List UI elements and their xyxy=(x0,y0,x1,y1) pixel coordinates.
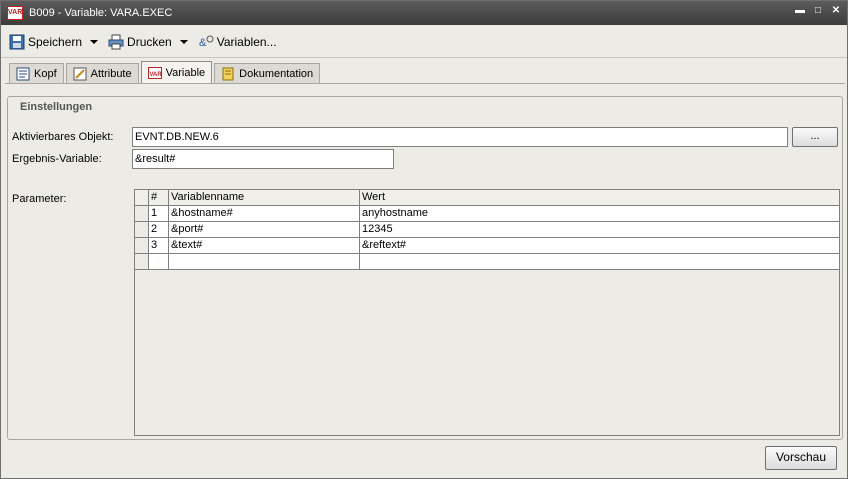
table-cell: 1 xyxy=(149,206,169,221)
tab-variable[interactable]: VAR Variable xyxy=(140,61,213,84)
column-header: Variablenname xyxy=(169,190,360,205)
tab-content-panel: Einstellungen Aktivierbares Objekt: EVNT… xyxy=(5,83,845,477)
save-button[interactable]: Speichern xyxy=(9,31,99,53)
table-cell[interactable]: &reftext# xyxy=(360,238,839,253)
row-selector[interactable] xyxy=(135,254,149,269)
printer-icon xyxy=(108,34,124,50)
column-header: Wert xyxy=(360,190,839,205)
params-label: Parameter: xyxy=(12,193,67,205)
browse-button[interactable]: ... xyxy=(792,127,838,147)
chevron-down-icon[interactable] xyxy=(90,40,99,44)
doc-icon xyxy=(222,67,234,81)
table-cell[interactable] xyxy=(360,254,839,269)
table-cell[interactable]: &hostname# xyxy=(169,206,360,221)
application-window: VAR B009 - Variable: VARA.EXEC ▬ □ ✕ Spe… xyxy=(0,0,848,479)
window-title: B009 - Variable: VARA.EXEC xyxy=(29,7,173,19)
table-row-new[interactable] xyxy=(135,254,839,270)
group-title: Einstellungen xyxy=(18,101,95,113)
var-icon: VAR xyxy=(7,6,23,20)
variables-button[interactable]: & Variablen... xyxy=(198,31,277,53)
table-cell[interactable] xyxy=(169,254,360,269)
variables-icon: & xyxy=(199,35,214,49)
header-icon xyxy=(16,67,30,81)
tab-bar: Kopf Attribute VAR Variable Dokumentatio… xyxy=(9,61,322,84)
table-cell[interactable]: anyhostname xyxy=(360,206,839,221)
table-row[interactable]: 3 &text# &reftext# xyxy=(135,238,839,254)
tab-label: Variable xyxy=(165,67,206,79)
table-cell[interactable]: &text# xyxy=(169,238,360,253)
variables-label: Variablen... xyxy=(216,35,277,49)
table-row[interactable]: 2 &port# 12345 xyxy=(135,222,839,238)
table-cell: 3 xyxy=(149,238,169,253)
floppy-disk-icon xyxy=(9,34,25,50)
tab-dokumentation[interactable]: Dokumentation xyxy=(214,63,321,84)
settings-groupbox: Einstellungen Aktivierbares Objekt: EVNT… xyxy=(7,96,843,440)
table-cell xyxy=(149,254,169,269)
toolbar-divider xyxy=(1,57,847,58)
tab-kopf[interactable]: Kopf xyxy=(9,63,64,84)
tab-label: Attribute xyxy=(90,68,132,80)
tab-attribute[interactable]: Attribute xyxy=(65,63,139,84)
result-field[interactable]: &result# xyxy=(132,149,394,169)
chevron-down-icon[interactable] xyxy=(179,40,188,44)
row-selector[interactable] xyxy=(135,206,149,221)
object-label: Aktivierbares Objekt: xyxy=(12,131,114,143)
preview-button[interactable]: Vorschau xyxy=(765,446,837,470)
table-header: # Variablenname Wert xyxy=(135,190,839,206)
object-field[interactable]: EVNT.DB.NEW.6 xyxy=(132,127,788,147)
row-selector[interactable] xyxy=(135,238,149,253)
params-table[interactable]: # Variablenname Wert 1 &hostname# anyhos… xyxy=(134,189,840,436)
tab-label: Dokumentation xyxy=(239,68,314,80)
title-bar: VAR B009 - Variable: VARA.EXEC ▬ □ ✕ xyxy=(1,1,847,25)
table-row[interactable]: 1 &hostname# anyhostname xyxy=(135,206,839,222)
print-button[interactable]: Drucken xyxy=(108,31,188,53)
svg-text:&: & xyxy=(199,37,207,49)
result-label: Ergebnis-Variable: xyxy=(12,153,102,165)
minimize-icon[interactable]: ▬ xyxy=(795,5,805,17)
row-selector[interactable] xyxy=(135,222,149,237)
column-header: # xyxy=(149,190,169,205)
table-cell: 2 xyxy=(149,222,169,237)
var-icon: VAR xyxy=(147,67,162,79)
svg-text:VAR: VAR xyxy=(149,72,162,78)
attributes-icon xyxy=(73,67,87,81)
row-selector-header xyxy=(135,190,149,205)
close-icon[interactable]: ✕ xyxy=(831,5,841,17)
toolbar: Speichern Drucken & Variablen... xyxy=(1,29,847,55)
table-cell[interactable]: &port# xyxy=(169,222,360,237)
print-label: Drucken xyxy=(127,35,172,49)
table-cell[interactable]: 12345 xyxy=(360,222,839,237)
maximize-icon[interactable]: □ xyxy=(813,5,823,17)
tab-label: Kopf xyxy=(34,68,57,80)
save-label: Speichern xyxy=(28,35,83,49)
